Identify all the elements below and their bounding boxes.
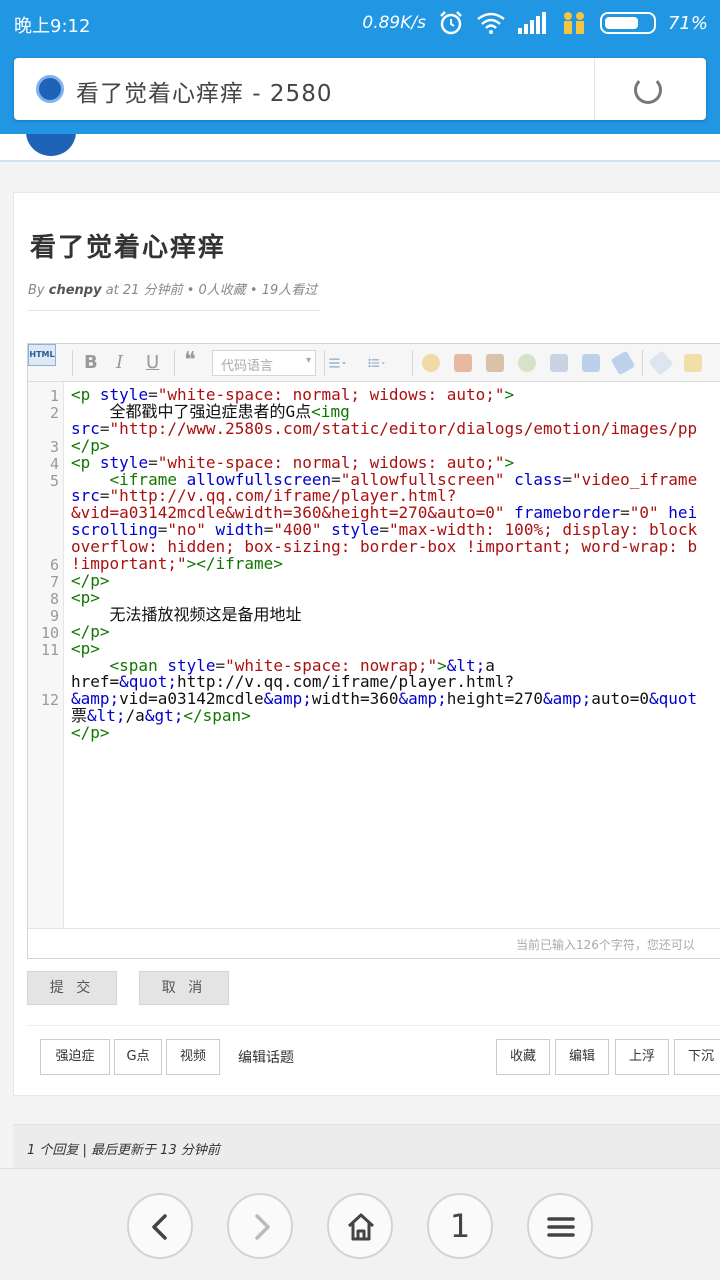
toolbar-separator [174,350,175,376]
menu-button[interactable] [527,1193,593,1259]
magic-wand-icon[interactable] [684,354,702,372]
code-content[interactable]: <p style="white-space: normal; widows: a… [71,386,697,742]
meta-rest: at 21 分钟前 • 0人收藏 • 19人看过 [105,283,318,298]
line-number: 8 [49,589,59,608]
page-title-text: 看了觉着心痒痒 - 2580 [76,81,333,107]
toolbar-separator [412,350,413,376]
back-button[interactable] [127,1193,193,1259]
status-time: 晚上9:12 [14,16,91,37]
line-number-gutter: 1 2 3 4 5 6 7 8 9 10 11 12 [28,382,64,928]
code-area[interactable]: 1 2 3 4 5 6 7 8 9 10 11 12 <p style="white-space: n… [28,382,720,928]
site-header [0,134,720,162]
bold-button[interactable]: B [84,352,98,373]
home-button[interactable] [327,1193,393,1259]
tag-gspot[interactable]: G点 [114,1039,162,1075]
line-number: 2 [49,403,59,422]
meta-by: By [28,283,45,298]
reload-icon[interactable] [634,76,662,104]
audio-icon[interactable] [582,354,600,372]
wifi-icon [477,12,505,34]
back-arrow-icon [152,1214,167,1240]
sink-button[interactable]: 下沉 [674,1039,720,1075]
topic-title: 看了觉着心痒痒 [30,233,227,263]
kids-mode-icon [563,12,584,34]
tag-video[interactable]: 视频 [166,1039,220,1075]
video-icon[interactable] [550,354,568,372]
attachment-icon[interactable] [610,350,636,376]
section-divider [27,1025,720,1026]
char-count-text: 当前已输入126个字符，您还可以 [516,938,695,952]
music-icon-alt[interactable] [518,354,536,372]
line-number: 5 [49,471,59,490]
battery-percent: 71% [667,12,708,34]
toolbar-separator [72,350,73,376]
line-number: 11 [40,640,59,659]
favorite-button[interactable]: 收藏 [496,1039,550,1075]
cancel-button[interactable]: 取 消 [139,971,229,1005]
gallery-icon[interactable] [486,354,504,372]
toolbar-separator [642,350,643,376]
signal-icon [517,12,548,34]
site-favicon-icon [36,75,64,103]
reply-summary-text: 1 个回复 | 最后更新于 13 分钟前 [27,1143,220,1158]
line-number: 1 [49,387,59,405]
status-bar: 晚上9:12 0.89K/s 71% [0,0,720,48]
topic-meta: By chenpy at 21 分钟前 • 0人收藏 • 19人看过 [28,279,317,298]
blockquote-button[interactable]: ❝ [184,348,196,373]
tab-count: 1 [449,1207,471,1245]
line-number: 10 [40,623,59,642]
html-mode-button[interactable]: HTML [28,344,56,366]
edit-topic-link[interactable]: 编辑话题 [238,1047,294,1067]
author-link[interactable]: chenpy [49,283,102,298]
site-logo[interactable] [26,134,76,156]
battery-icon [599,12,656,34]
code-editor[interactable]: HTML B I U ❝ 代码语言 ▾ 1 2 3 4 5 6 7 8 9 10 11 12 [27,343,720,959]
topic-card: 看了觉着心痒痒 By chenpy at 21 分钟前 • 0人收藏 • 19人… [13,192,720,1096]
forward-arrow-icon [255,1214,270,1240]
address-divider [594,58,595,120]
alarm-icon [440,11,462,35]
emoticon-icon[interactable] [422,354,440,372]
line-number: 7 [49,572,59,591]
status-icons: 0.89K/s 71% [362,10,708,36]
edit-button[interactable]: 编辑 [555,1039,609,1075]
home-icon [347,1213,375,1241]
editor-status-bar: 当前已输入126个字符，您还可以 [28,928,720,958]
italic-button[interactable]: I [116,352,123,373]
ordered-list-icon[interactable] [328,354,346,372]
address-bar[interactable]: 看了觉着心痒痒 - 2580 [14,58,706,120]
line-number: 4 [49,454,59,473]
submit-button[interactable]: 提 交 [27,971,117,1005]
browser-bottom-nav: 1 [0,1168,720,1280]
tabs-button[interactable]: 1 [427,1193,493,1259]
line-number: 12 [40,691,59,710]
eraser-icon[interactable] [648,350,674,376]
unordered-list-icon[interactable] [368,354,386,372]
network-speed: 0.89K/s [362,13,426,33]
tag-ocd[interactable]: 强迫症 [40,1039,110,1075]
underline-button[interactable]: U [146,352,159,373]
float-up-button[interactable]: 上浮 [615,1039,669,1075]
reply-summary-bar: 1 个回复 | 最后更新于 13 分钟前 [13,1124,720,1168]
meta-divider [28,310,320,311]
line-number: 6 [49,556,59,574]
menu-icon [547,1217,575,1237]
code-language-placeholder: 代码语言 [221,359,274,374]
line-number: 9 [49,606,59,625]
forward-button[interactable] [227,1193,293,1259]
line-number: 3 [49,437,59,456]
editor-toolbar: HTML B I U ❝ 代码语言 ▾ [28,344,720,382]
toolbar-separator [324,350,325,376]
browser-toolbar: 看了觉着心痒痒 - 2580 [0,48,720,134]
image-icon[interactable] [454,354,472,372]
code-language-select[interactable]: 代码语言 ▾ [212,350,316,376]
